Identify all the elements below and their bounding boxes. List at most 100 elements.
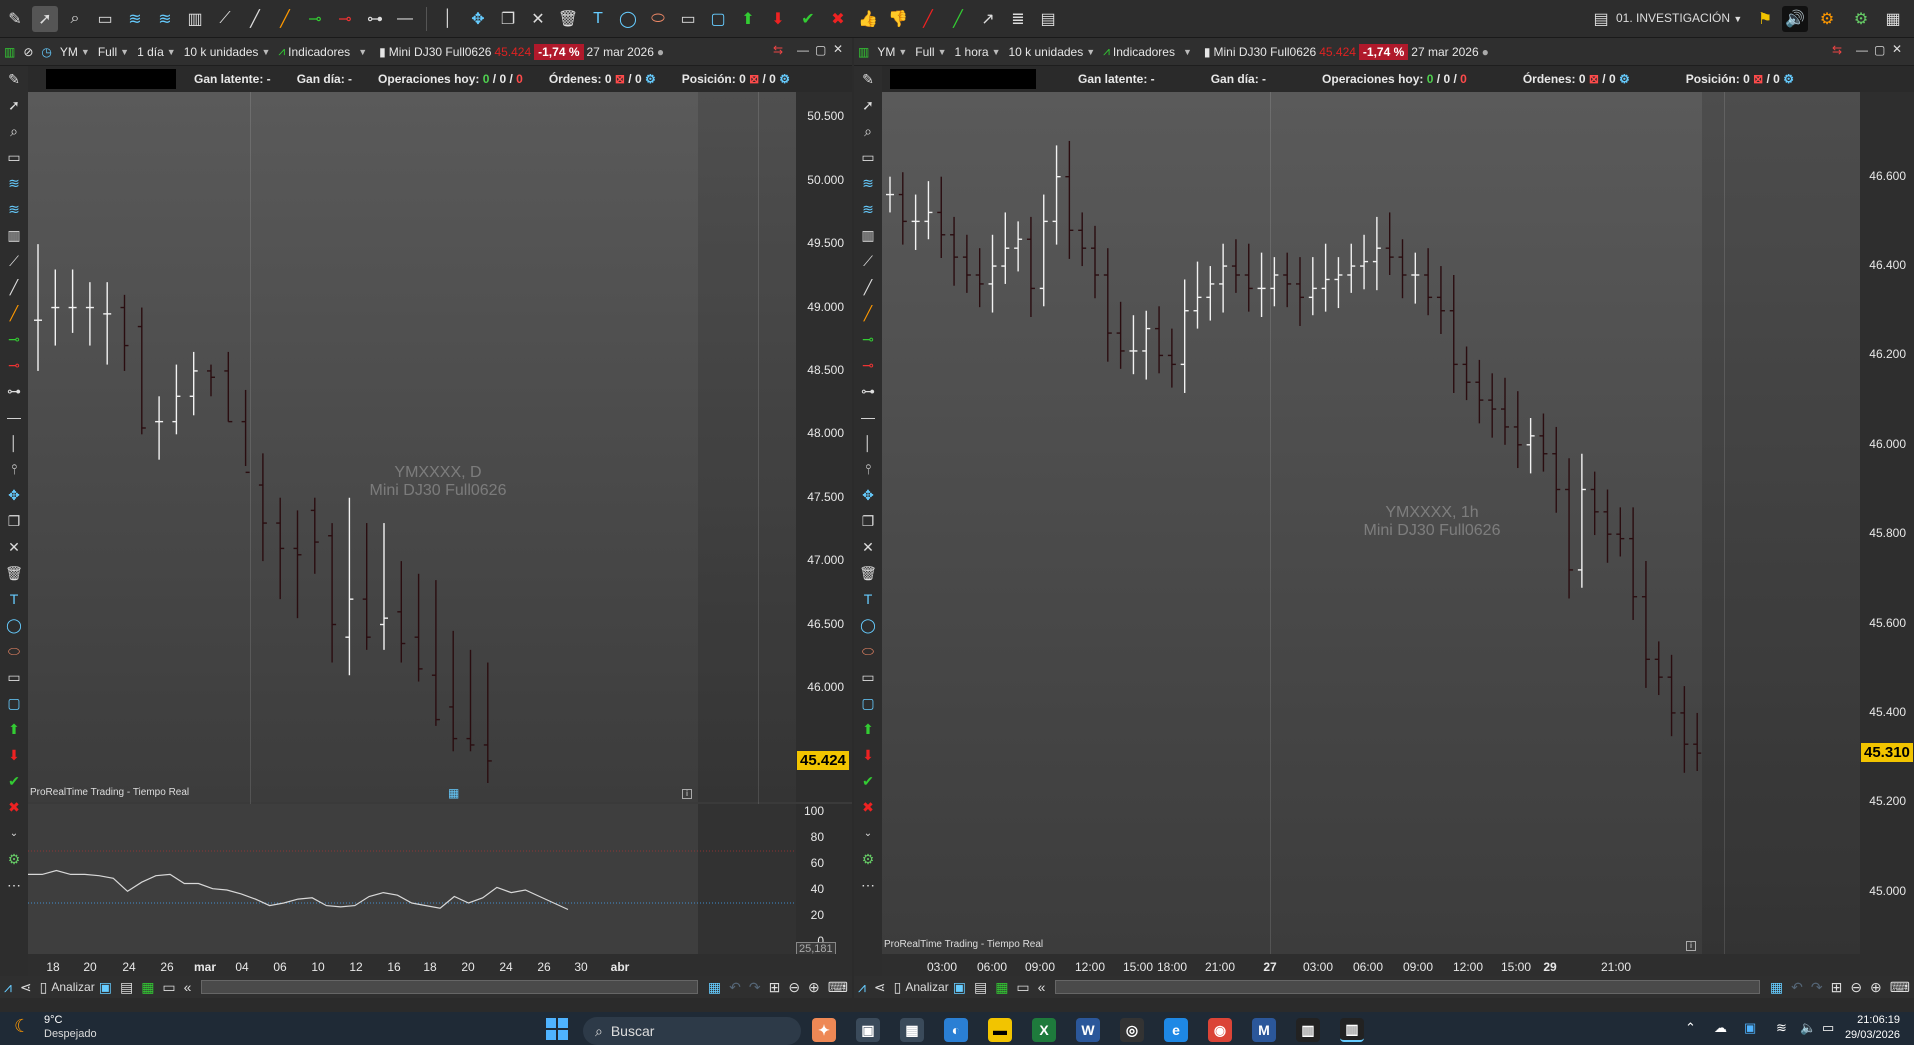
units-selector[interactable]: 10 k unidades ▼ [184, 45, 271, 59]
window-icon[interactable]: ▭ [1016, 979, 1029, 996]
move-icon[interactable]: ✥ [2, 482, 26, 508]
posicion-gear-icon[interactable]: ⚙ [1783, 72, 1794, 86]
segment-icon[interactable]: ⟋ [212, 6, 238, 32]
copy-icon[interactable]: ❐ [2, 508, 26, 534]
zoom-fit-icon[interactable]: ⊞ [769, 979, 781, 996]
clock-icon[interactable]: ◷ [41, 45, 51, 59]
zoom-in-icon[interactable]: ⊕ [808, 979, 820, 996]
pencil-icon[interactable]: ✎ [2, 6, 28, 32]
red-hline-icon[interactable]: ⊸ [2, 352, 26, 378]
rectangle-blue-icon[interactable]: ▢ [2, 690, 26, 716]
maximize-icon[interactable]: ▢ [815, 43, 826, 57]
text-icon[interactable]: T [856, 586, 880, 612]
vertical-line-icon[interactable]: │ [2, 430, 26, 456]
clock-time[interactable]: 21:06:19 [1846, 1014, 1900, 1026]
link-icon[interactable]: ⊘ [23, 45, 33, 59]
calendar-icon[interactable]: ▦ [448, 786, 459, 800]
green-hline-icon[interactable]: ⊸ [2, 326, 26, 352]
collapse-icon[interactable]: ⌄ [2, 820, 26, 846]
prorealtime-icon[interactable]: ▥ [1340, 1018, 1364, 1042]
trash-icon[interactable]: 🗑 [856, 560, 880, 586]
timeframe-selector[interactable]: 1 día ▼ [137, 45, 176, 59]
workspace-selector[interactable]: 01. INVESTIGACIÓN ▼ [1616, 11, 1742, 25]
pointer-icon[interactable]: ➚ [32, 5, 58, 32]
units-selector[interactable]: 10 k unidades ▼ [1008, 45, 1095, 59]
calendar-icon[interactable]: ▦ [1770, 979, 1783, 996]
window-icon[interactable]: ▭ [162, 979, 175, 996]
fibonacci-icon[interactable]: ≋ [122, 6, 148, 32]
fibonacci-icon[interactable]: ≋ [856, 170, 880, 196]
list-icon[interactable]: ▤ [974, 979, 987, 996]
word-icon[interactable]: W [1076, 1018, 1100, 1042]
table-icon[interactable]: ▦ [141, 979, 154, 996]
line-icon[interactable]: ╱ [856, 274, 880, 300]
right-price-chart[interactable]: YMXXXX, 1h Mini DJ30 Full0626 ProRealTim… [882, 92, 1860, 954]
anchor-icon[interactable]: ⫯ [2, 456, 26, 482]
double-left-icon[interactable]: « [1038, 979, 1046, 995]
thumb-down-icon[interactable]: 👎 [885, 6, 911, 32]
rectangle-icon[interactable]: ▭ [2, 664, 26, 690]
right-time-axis[interactable]: 03:00 06:00 09:00 12:00 15:00 18:00 21:00 27 03:… [882, 954, 1914, 976]
screen-icon[interactable]: ▣ [953, 979, 966, 996]
fibonacci-fan-icon[interactable]: ≋ [2, 196, 26, 222]
panel-icon[interactable]: ▯ [40, 979, 48, 996]
arrow-up-icon[interactable]: ⬆ [856, 716, 880, 742]
red-hline-icon[interactable]: ⊸ [856, 352, 880, 378]
left-indicator-pane[interactable] [28, 804, 796, 954]
analyze-button[interactable]: Analizar [905, 980, 948, 994]
posicion-close-icon[interactable]: ⊠ [1753, 72, 1763, 86]
trash-icon[interactable]: 🗑 [2, 560, 26, 586]
undo-icon[interactable]: ↶ [1791, 979, 1803, 996]
green-trendline-icon[interactable]: ╱ [945, 6, 971, 32]
tools-icon[interactable]: ✕ [2, 534, 26, 560]
save-icon[interactable]: ▤ [1588, 6, 1614, 32]
ellipse-icon[interactable]: ◯ [615, 6, 641, 32]
volume-icon[interactable]: 🔈 [1800, 1020, 1816, 1036]
orange-line-icon[interactable]: ╱ [272, 6, 298, 32]
zoom-fit-icon[interactable]: ⊞ [1831, 979, 1843, 996]
tray-chevron-icon[interactable]: ⌃ [1685, 1020, 1696, 1036]
left-price-axis[interactable]: 50.500 50.000 49.500 49.000 48.500 48.000 47.5… [796, 92, 852, 802]
cross-icon[interactable]: ✖ [2, 794, 26, 820]
line-icon[interactable]: ╱ [242, 6, 268, 32]
hline-icon[interactable]: ⊶ [856, 378, 880, 404]
photos-icon[interactable]: ◐ [944, 1018, 968, 1042]
sync-icon[interactable]: ⇆ [773, 43, 783, 57]
rectangle-blue-icon[interactable]: ▢ [705, 6, 731, 32]
move-icon[interactable]: ✥ [856, 482, 880, 508]
line-icon[interactable]: ╱ [2, 274, 26, 300]
ruler-icon[interactable]: ▭ [2, 144, 26, 170]
arrow-up-icon[interactable]: ⬆ [735, 6, 761, 32]
ordenes-close-icon[interactable]: ⊠ [615, 72, 625, 86]
ellipse-orange-icon[interactable]: ⬭ [645, 6, 671, 32]
edge-icon[interactable]: e [1164, 1018, 1188, 1042]
copy-icon[interactable]: ❐ [856, 508, 880, 534]
red-hline-icon[interactable]: ⊸ [332, 6, 358, 32]
channel-icon[interactable]: ▥ [856, 222, 880, 248]
left-horizontal-scrollbar[interactable] [201, 980, 698, 994]
text-icon[interactable]: T [2, 586, 26, 612]
arrow-down-icon[interactable]: ⬇ [2, 742, 26, 768]
horizontal-line-icon[interactable]: — [856, 404, 880, 430]
timeframe-selector[interactable]: 1 hora ▼ [955, 45, 1001, 59]
mail-icon[interactable]: M [1252, 1018, 1276, 1042]
segment-icon[interactable]: ⟋ [2, 248, 26, 274]
channel-icon[interactable]: ▥ [182, 6, 208, 32]
keyboard-icon[interactable]: ⌨ [828, 979, 848, 996]
vertical-line-icon[interactable]: │ [856, 430, 880, 456]
posicion-gear-icon[interactable]: ⚙ [779, 72, 790, 86]
close-icon[interactable]: ✕ [1892, 42, 1902, 56]
green-hline-icon[interactable]: ⊸ [856, 326, 880, 352]
taskbar-search[interactable]: ⌕ Buscar [583, 1017, 801, 1045]
left-time-axis[interactable]: 18 20 24 26 mar 04 06 10 12 16 18 20 24 26 30 abr [28, 954, 852, 976]
undo-icon[interactable]: ↶ [729, 979, 741, 996]
rectangle-blue-icon[interactable]: ▢ [856, 690, 880, 716]
weather-temp[interactable]: 9°C [44, 1014, 62, 1026]
double-left-icon[interactable]: « [184, 979, 192, 995]
fibonacci-icon[interactable]: ≋ [2, 170, 26, 196]
orange-line-icon[interactable]: ╱ [856, 300, 880, 326]
minimize-icon[interactable]: — [797, 43, 809, 57]
flag-icon[interactable]: ⚑ [1752, 6, 1778, 32]
zoom-icon[interactable]: ⌕ [856, 118, 880, 144]
chart-style-icon[interactable]: ⩘ [858, 979, 866, 996]
